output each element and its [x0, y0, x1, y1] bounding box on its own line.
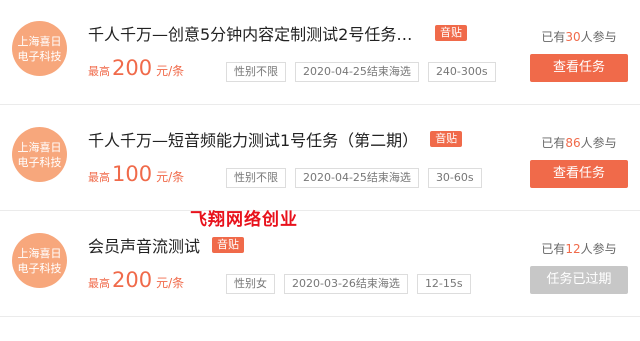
task-attributes: 性别女 2020-03-26结束海选 12-15s — [226, 274, 471, 294]
company-avatar: 上海喜日 电子科技 — [12, 21, 67, 76]
task-row: 上海喜日 电子科技 千人千万—创意5分钟内容定制测试2号任务（… 音贴 最高 2… — [0, 0, 640, 105]
avatar-line-2: 电子科技 — [17, 261, 62, 275]
gender-chip: 性别不限 — [226, 168, 286, 188]
price-value: 200 — [112, 268, 153, 292]
price-prefix: 最高 — [88, 65, 110, 78]
price-prefix: 最高 — [88, 277, 110, 290]
view-task-button[interactable]: 查看任务 — [530, 54, 628, 82]
joined-prefix: 已有 — [541, 136, 566, 150]
joined-count: 30 — [565, 30, 581, 44]
task-title[interactable]: 千人千万—短音频能力测试1号任务（第二期） — [88, 127, 418, 151]
task-price: 最高 100 元/条 — [88, 162, 184, 188]
avatar-line-2: 电子科技 — [17, 49, 62, 63]
joined-prefix: 已有 — [541, 30, 566, 44]
deadline-chip: 2020-04-25结束海选 — [295, 62, 419, 82]
task-row: 上海喜日 电子科技 会员声音流测试 音贴 最高 200 元/条 性别女 2020… — [0, 212, 640, 317]
task-title-line: 千人千万—短音频能力测试1号任务（第二期） 音贴 — [88, 126, 463, 152]
deadline-chip: 2020-04-25结束海选 — [295, 168, 419, 188]
watermark-overlay-text: 飞翔网络创业 — [190, 210, 298, 230]
avatar-line-1: 上海喜日 — [17, 140, 62, 154]
task-title[interactable]: 会员声音流测试 — [88, 233, 200, 257]
deadline-chip: 2020-03-26结束海选 — [284, 274, 408, 294]
task-expired-button[interactable]: 任务已过期 — [530, 266, 628, 294]
gender-chip: 性别女 — [226, 274, 275, 294]
duration-chip: 12-15s — [416, 274, 471, 294]
task-row: 上海喜日 电子科技 千人千万—短音频能力测试1号任务（第二期） 音贴 最高 10… — [0, 106, 640, 211]
company-avatar: 上海喜日 电子科技 — [12, 127, 67, 182]
joined-count: 12 — [565, 242, 581, 256]
task-attributes: 性别不限 2020-04-25结束海选 30-60s — [226, 168, 482, 188]
audio-tag-badge: 音贴 — [212, 237, 245, 253]
duration-chip: 30-60s — [427, 168, 482, 188]
audio-tag-badge: 音贴 — [435, 25, 467, 41]
task-title-line: 会员声音流测试 音贴 — [88, 232, 245, 258]
company-avatar: 上海喜日 电子科技 — [12, 233, 67, 288]
audio-tag-badge: 音贴 — [430, 131, 463, 147]
task-row-partial — [0, 318, 640, 341]
gender-chip: 性别不限 — [226, 62, 286, 82]
price-unit: 元/条 — [156, 276, 185, 290]
participant-count: 已有12人参与 — [530, 240, 628, 257]
view-task-button[interactable]: 查看任务 — [530, 160, 628, 188]
task-price: 最高 200 元/条 — [88, 56, 184, 82]
task-list: 上海喜日 电子科技 千人千万—创意5分钟内容定制测试2号任务（… 音贴 最高 2… — [0, 0, 640, 341]
joined-suffix: 人参与 — [580, 30, 617, 44]
duration-chip: 240-300s — [427, 62, 496, 82]
task-price: 最高 200 元/条 — [88, 268, 184, 294]
joined-suffix: 人参与 — [580, 242, 617, 256]
joined-suffix: 人参与 — [580, 136, 617, 150]
task-title-line: 千人千万—创意5分钟内容定制测试2号任务（… 音贴 — [88, 20, 467, 46]
price-prefix: 最高 — [88, 171, 110, 184]
price-unit: 元/条 — [156, 64, 185, 78]
task-title[interactable]: 千人千万—创意5分钟内容定制测试2号任务（… — [88, 21, 423, 45]
participant-count: 已有86人参与 — [530, 134, 628, 151]
price-unit: 元/条 — [156, 170, 185, 184]
avatar-line-1: 上海喜日 — [17, 246, 62, 260]
price-value: 100 — [112, 162, 153, 186]
task-attributes: 性别不限 2020-04-25结束海选 240-300s — [226, 62, 496, 82]
avatar-line-2: 电子科技 — [17, 155, 62, 169]
joined-count: 86 — [565, 136, 581, 150]
price-value: 200 — [112, 56, 153, 80]
participant-count: 已有30人参与 — [530, 28, 628, 45]
avatar-line-1: 上海喜日 — [17, 34, 62, 48]
joined-prefix: 已有 — [541, 242, 566, 256]
